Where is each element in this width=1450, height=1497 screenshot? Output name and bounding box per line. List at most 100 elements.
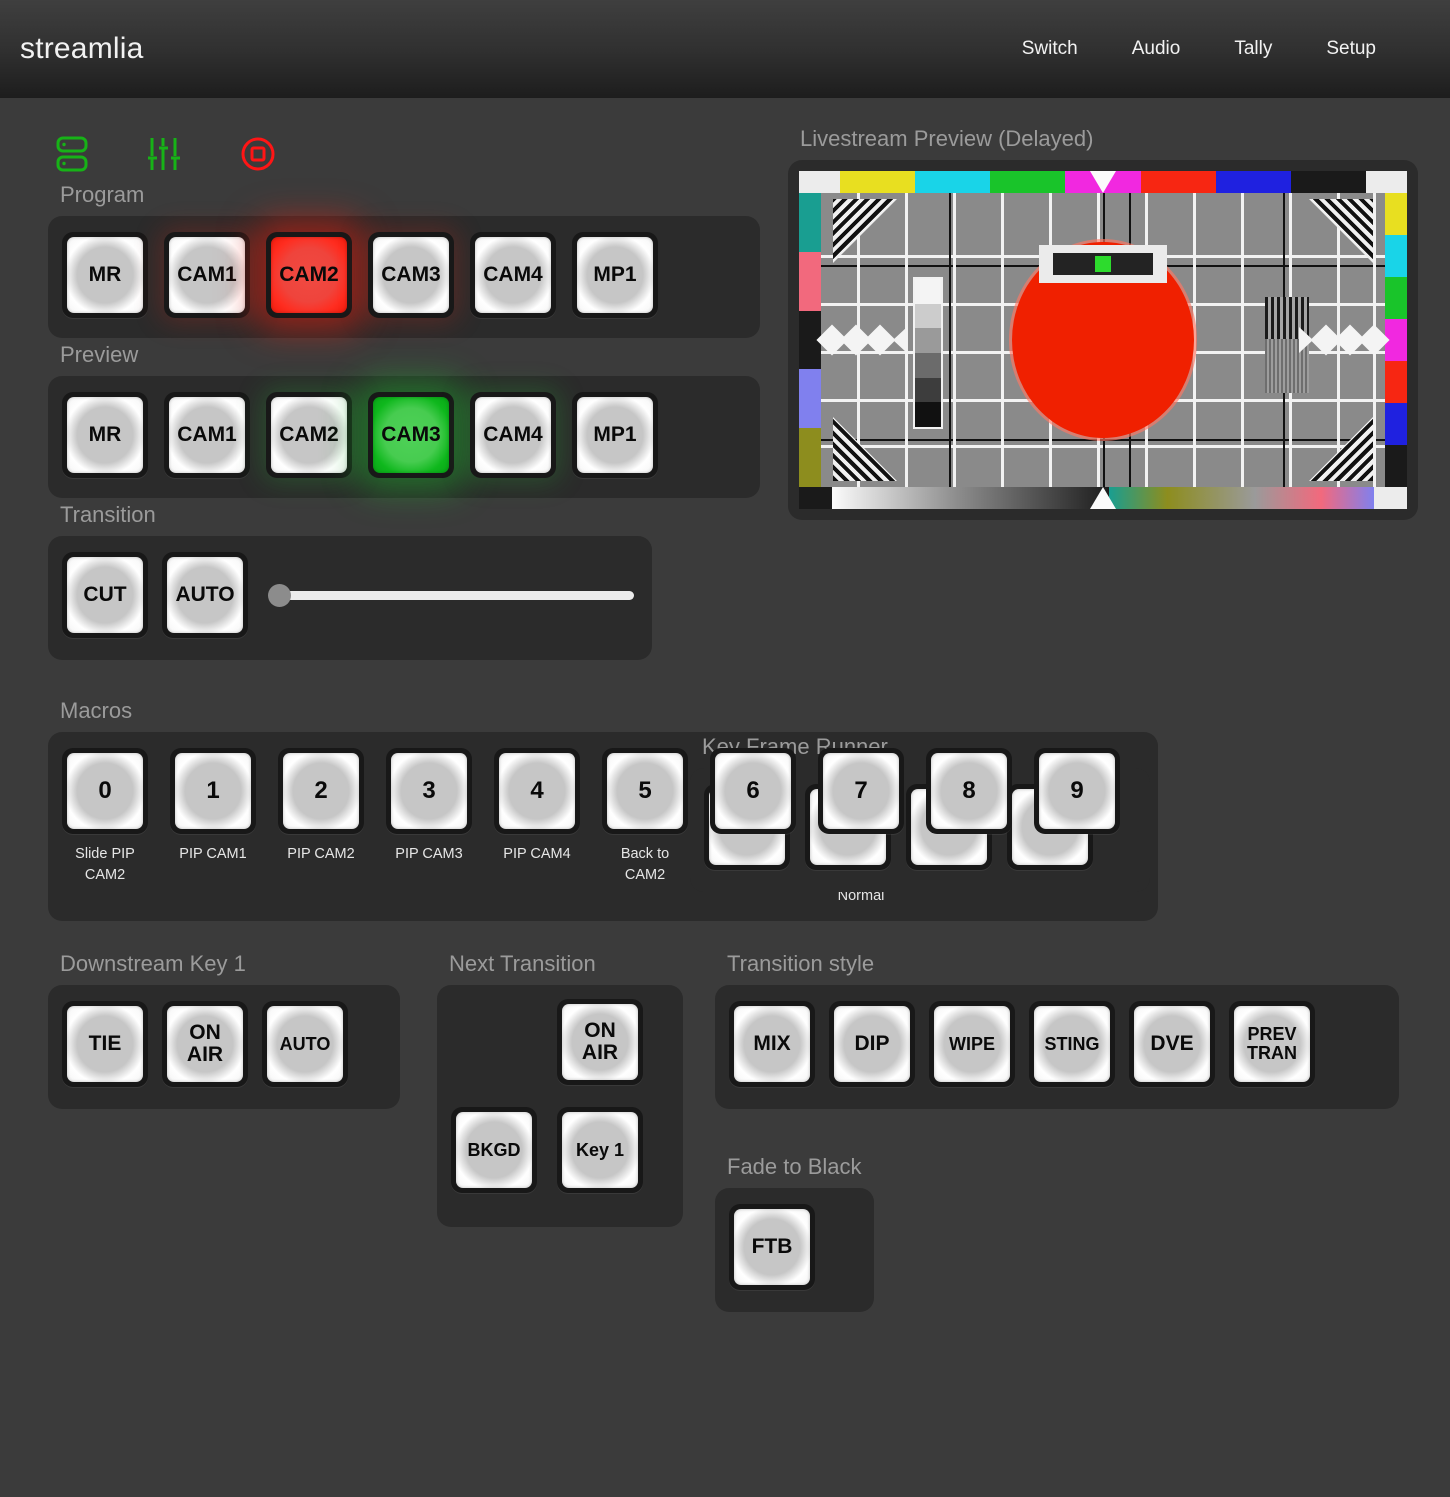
cut-button-label: CUT (67, 557, 143, 633)
macro-number: 4 (499, 753, 575, 829)
next-transition-bkgd-button[interactable]: BKGD (451, 1107, 537, 1194)
test-card-right-diamonds (1299, 324, 1390, 356)
downstream-key-title: Downstream Key 1 (60, 951, 246, 977)
macro-label: PIP CAM1 (179, 846, 247, 862)
transition-style-section: Transition style MIX DIP WIPE STING DVE (715, 951, 1399, 1110)
preview-button-label: CAM2 (271, 397, 347, 473)
test-card-grid (816, 193, 1390, 487)
nav-item-setup[interactable]: Setup (1324, 34, 1378, 64)
t-bar-slider[interactable] (268, 583, 634, 607)
macros-title: Macros (60, 698, 133, 723)
top-bar: streamlia Switch Audio Tally Setup (0, 0, 1450, 98)
program-button-cam1[interactable]: CAM1 (164, 232, 250, 318)
macro-button-9[interactable]: 9 (1034, 748, 1120, 834)
macro-button-3[interactable]: 3 (386, 748, 472, 834)
program-button-mp1[interactable]: MP1 (572, 232, 658, 318)
record-stop-icon[interactable] (239, 135, 277, 173)
program-button-cam2[interactable]: CAM2 (266, 232, 352, 318)
preview-button-cam1[interactable]: CAM1 (164, 392, 250, 478)
macro-number: 0 (67, 753, 143, 829)
preview-button-mp1[interactable]: MP1 (572, 392, 658, 478)
next-transition-key1-label: Key 1 (562, 1112, 638, 1189)
dsk-auto-button[interactable]: AUTO (262, 1001, 348, 1088)
program-button-label: CAM4 (475, 237, 551, 313)
transition-style-dve-button[interactable]: DVE (1129, 1001, 1215, 1088)
macro-button-5[interactable]: 5 (602, 748, 688, 834)
transition-style-label: WIPE (934, 1006, 1010, 1083)
auto-button[interactable]: AUTO (162, 552, 248, 638)
macro-button-1[interactable]: 1 (170, 748, 256, 834)
program-button-label: CAM2 (271, 237, 347, 313)
transition-style-label: PREV TRAN (1234, 1006, 1310, 1083)
downstream-key-panel: TIE ON AIR AUTO (48, 985, 400, 1110)
dsk-on-air-button[interactable]: ON AIR (162, 1001, 248, 1088)
preview-title: Preview (60, 342, 139, 367)
livestream-monitor[interactable] (788, 160, 1418, 520)
macro-number: 3 (391, 753, 467, 829)
transition-style-dip-button[interactable]: DIP (829, 1001, 915, 1088)
program-button-label: CAM1 (169, 237, 245, 313)
macro-button-7[interactable]: 7 (818, 748, 904, 834)
bottom-row: Downstream Key 1 TIE ON AIR AUTO Next Tr… (0, 951, 1450, 1351)
ftb-button[interactable]: FTB (729, 1204, 815, 1291)
transition-style-mix-button[interactable]: MIX (729, 1001, 815, 1088)
preview-button-cam4[interactable]: CAM4 (470, 392, 556, 478)
fade-to-black-panel: FTB (715, 1188, 874, 1313)
macros-panel: 0 Slide PIP CAM2 1 PIP CAM1 2 PIP CAM2 3 (48, 732, 1158, 922)
test-card-grayscale-wedge (913, 277, 943, 429)
next-transition-on-air-button[interactable]: ON AIR (557, 999, 643, 1086)
next-transition-title: Next Transition (449, 951, 596, 977)
preview-button-mr[interactable]: MR (62, 392, 148, 478)
transition-style-wipe-button[interactable]: WIPE (929, 1001, 1015, 1088)
preview-button-label: MR (67, 397, 143, 473)
macro-button-2[interactable]: 2 (278, 748, 364, 834)
transition-style-prev-tran-button[interactable]: PREV TRAN (1229, 1001, 1315, 1088)
macro-number: 7 (823, 753, 899, 829)
preview-button-label: CAM3 (373, 397, 449, 473)
sliders-icon[interactable] (147, 135, 181, 173)
preview-bus: MR CAM1 CAM2 CAM3 CAM4 MP1 (48, 376, 760, 498)
program-button-cam3[interactable]: CAM3 (368, 232, 454, 318)
next-transition-section: Next Transition ON AIR BKGD Key 1 (437, 951, 683, 1228)
macro-label: PIP CAM2 (287, 846, 355, 862)
left-column: Program MR CAM1 CAM2 CAM3 CAM4 MP1 Previ… (0, 182, 760, 660)
transition-style-label: STING (1034, 1006, 1110, 1083)
macro-0: 0 Slide PIP CAM2 (62, 748, 148, 886)
t-bar-track (286, 590, 634, 600)
test-card-center-bar (1053, 253, 1153, 275)
macro-4: 4 PIP CAM4 (494, 748, 580, 865)
transition-style-sting-button[interactable]: STING (1029, 1001, 1115, 1088)
macro-1: 1 PIP CAM1 (170, 748, 256, 865)
nav-item-audio[interactable]: Audio (1130, 34, 1183, 64)
macro-button-8[interactable]: 8 (926, 748, 1012, 834)
next-transition-key1-button[interactable]: Key 1 (557, 1107, 643, 1194)
program-button-cam4[interactable]: CAM4 (470, 232, 556, 318)
program-section: Program MR CAM1 CAM2 CAM3 CAM4 MP1 (48, 182, 760, 338)
program-button-label: MP1 (577, 237, 653, 313)
preview-button-label: CAM1 (169, 397, 245, 473)
test-card-hatch-bottom-right (1309, 417, 1373, 481)
transition-section: Transition CUT AUTO (48, 502, 760, 660)
program-button-mr[interactable]: MR (62, 232, 148, 318)
nav-item-switch[interactable]: Switch (1020, 34, 1080, 64)
macro-button-6[interactable]: 6 (710, 748, 796, 834)
macro-button-0[interactable]: 0 (62, 748, 148, 834)
preview-button-cam2[interactable]: CAM2 (266, 392, 352, 478)
next-transition-bkgd-label: BKGD (456, 1112, 532, 1189)
macro-number: 5 (607, 753, 683, 829)
rack-view-icon[interactable] (55, 135, 89, 173)
macro-label: Back to CAM2 (620, 846, 670, 884)
macro-button-4[interactable]: 4 (494, 748, 580, 834)
next-transition-on-air-label: ON AIR (562, 1004, 638, 1081)
preview-button-label: MP1 (577, 397, 653, 473)
macro-number: 1 (175, 753, 251, 829)
t-bar-thumb[interactable] (268, 583, 291, 607)
macro-label: Slide PIP CAM2 (75, 846, 135, 884)
macro-number: 2 (283, 753, 359, 829)
dsk-tie-button[interactable]: TIE (62, 1001, 148, 1088)
fade-to-black-section: Fade to Black FTB (715, 1154, 874, 1313)
downstream-key-section: Downstream Key 1 TIE ON AIR AUTO (48, 951, 400, 1110)
nav-item-tally[interactable]: Tally (1232, 34, 1274, 64)
preview-button-cam3[interactable]: CAM3 (368, 392, 454, 478)
cut-button[interactable]: CUT (62, 552, 148, 638)
